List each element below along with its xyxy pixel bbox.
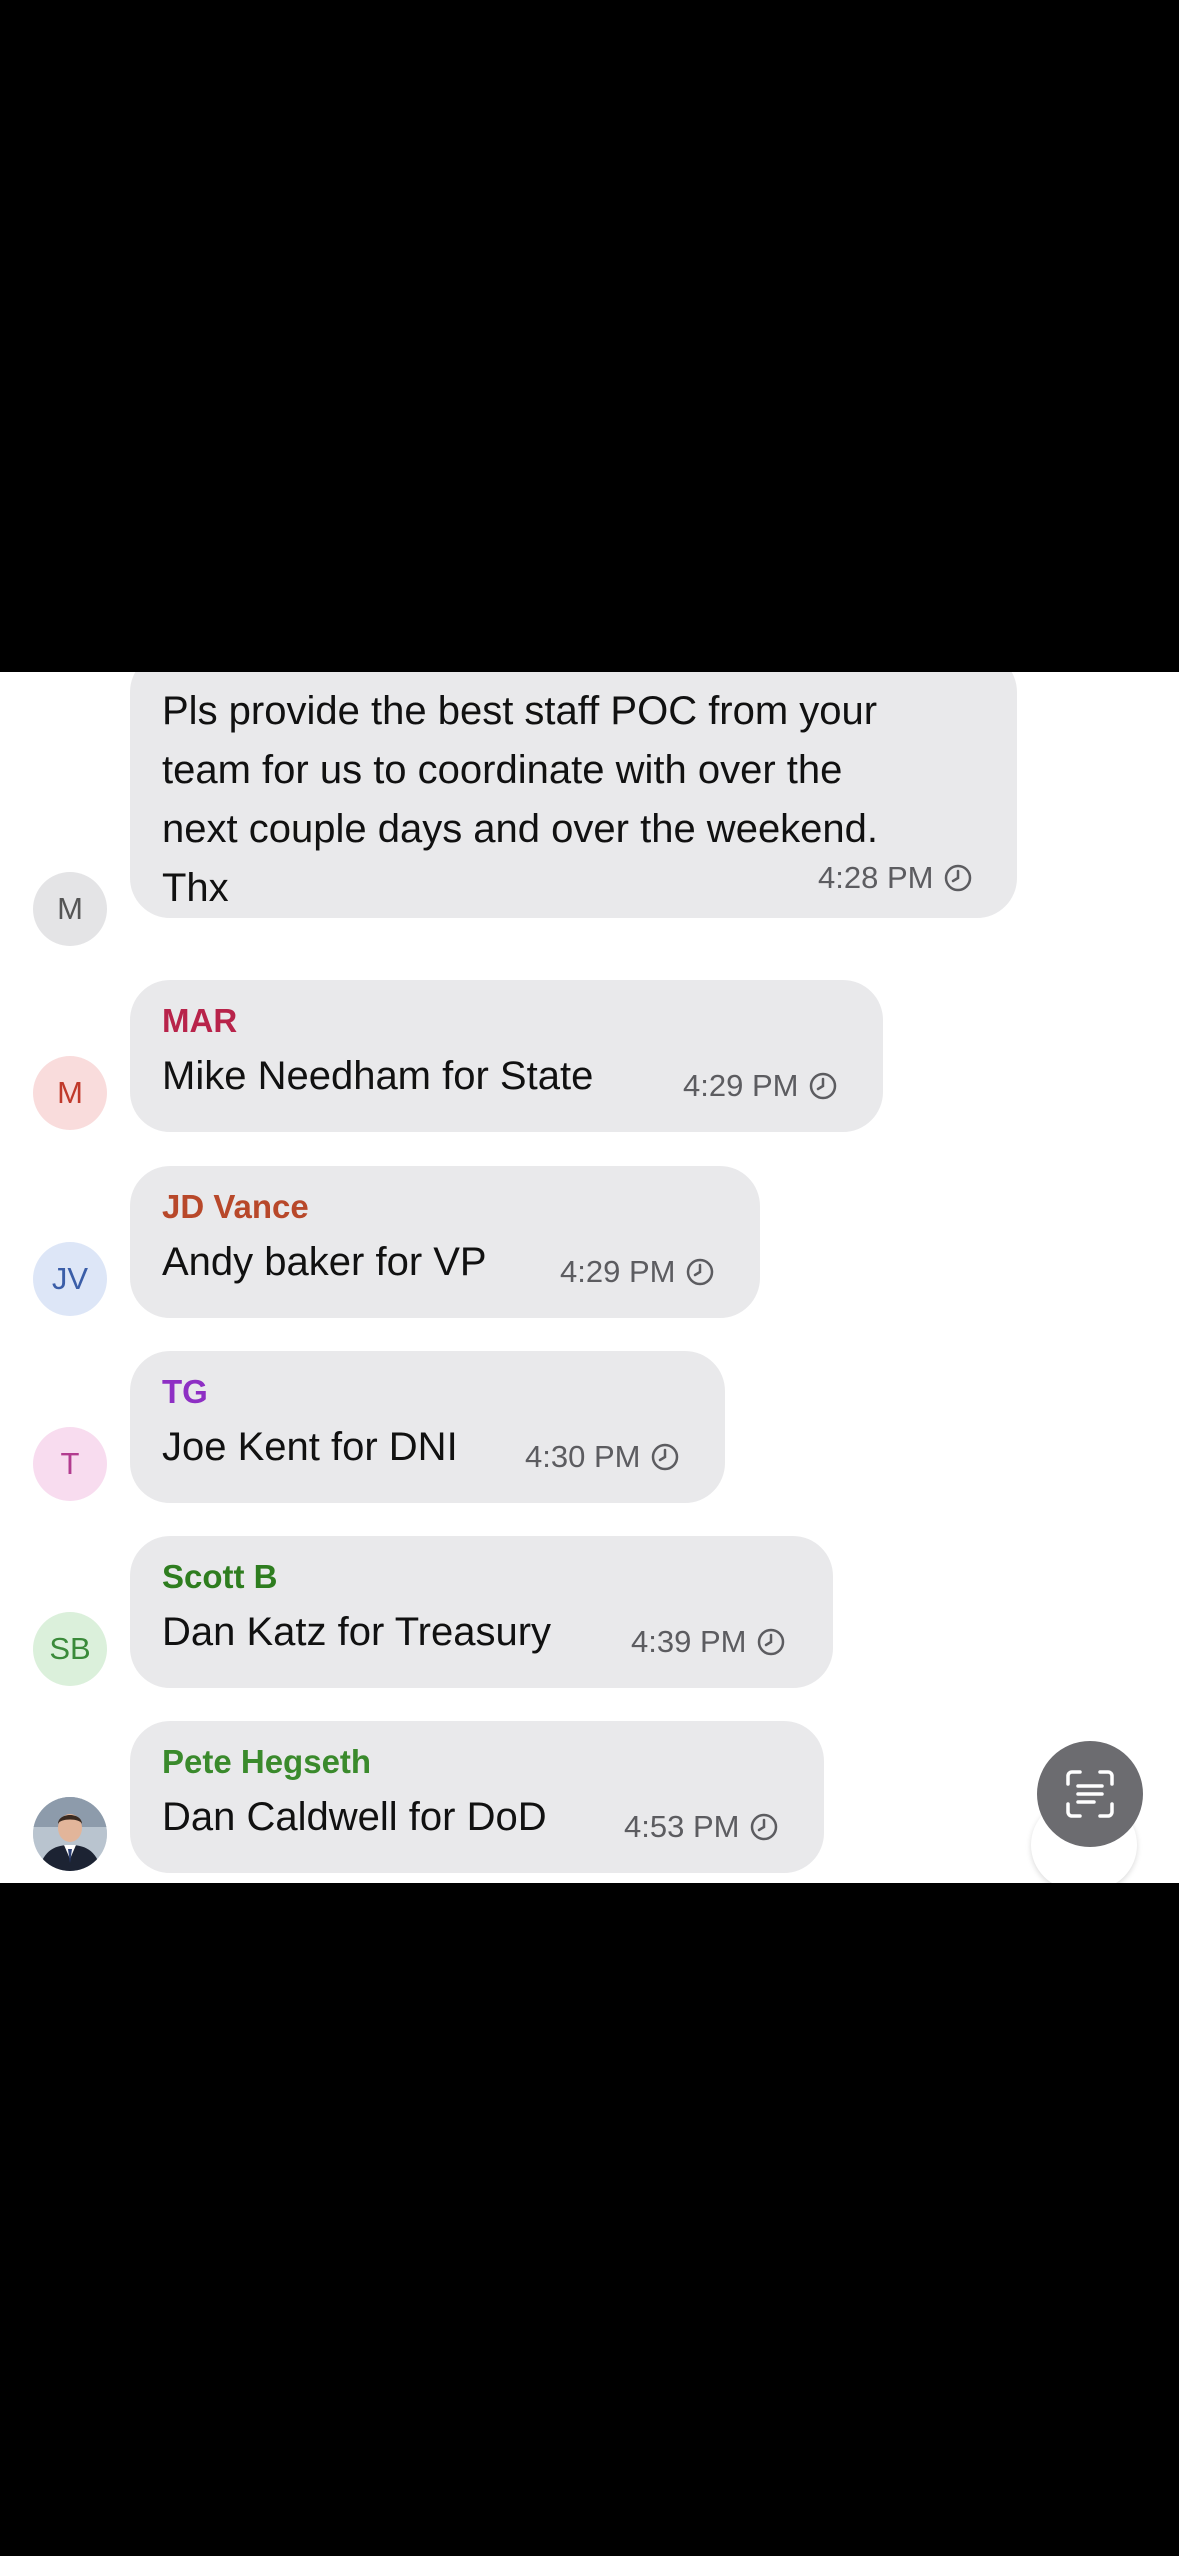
message-bubble[interactable]: Pete Hegseth Dan Caldwell for DoD 4:53 P… bbox=[130, 1721, 824, 1873]
avatar[interactable]: SB bbox=[33, 1612, 107, 1686]
sender-name: MAR bbox=[162, 1002, 238, 1039]
message-meta: 4:30 PM bbox=[525, 1439, 680, 1475]
sender-name: Pete Hegseth bbox=[162, 1743, 372, 1780]
chat-thread[interactable]: M Pls provide the best staff POC from yo… bbox=[0, 672, 1179, 1883]
message-meta: 4:29 PM bbox=[560, 1254, 715, 1290]
timestamp: 4:28 PM bbox=[818, 860, 934, 895]
profile-photo-icon bbox=[33, 1797, 107, 1871]
avatar-initials: JV bbox=[51, 1261, 89, 1296]
avatar[interactable]: M bbox=[33, 1056, 107, 1130]
message-bubble[interactable]: Scott B Dan Katz for Treasury 4:39 PM bbox=[130, 1536, 833, 1688]
avatar-initials: T bbox=[60, 1446, 80, 1481]
message-row: M Pls provide the best staff POC from yo… bbox=[0, 672, 1179, 952]
clock-icon bbox=[652, 1443, 679, 1471]
bottom-black-bar bbox=[0, 1883, 1179, 2556]
avatar-initials: M bbox=[57, 1075, 83, 1110]
message-row: JV JD Vance Andy baker for VP 4:29 PM bbox=[0, 1166, 1179, 1318]
message-meta: 4:28 PM bbox=[818, 860, 973, 896]
avatar[interactable]: T bbox=[33, 1427, 107, 1501]
timestamp: 4:53 PM bbox=[624, 1809, 740, 1844]
message-row: Pete Hegseth Dan Caldwell for DoD 4:53 P… bbox=[0, 1721, 1179, 1873]
clock-icon bbox=[758, 1628, 785, 1656]
sender-name: Scott B bbox=[162, 1558, 278, 1595]
avatar-initials: M bbox=[57, 891, 83, 926]
message-text: Mike Needham for State bbox=[162, 1054, 594, 1098]
message-row: T TG Joe Kent for DNI 4:30 PM bbox=[0, 1351, 1179, 1503]
message-line: Pls provide the best staff POC from your bbox=[162, 689, 878, 733]
message-bubble[interactable]: TG Joe Kent for DNI 4:30 PM bbox=[130, 1351, 725, 1503]
timestamp: 4:30 PM bbox=[525, 1439, 641, 1474]
message-line: next couple days and over the weekend. bbox=[162, 807, 879, 851]
message-meta: 4:29 PM bbox=[683, 1068, 838, 1104]
message-bubble[interactable]: Pls provide the best staff POC from your… bbox=[130, 672, 1017, 918]
message-line: team for us to coordinate with over the bbox=[162, 748, 843, 792]
avatar[interactable]: M bbox=[33, 872, 107, 946]
text-scan-button[interactable] bbox=[1037, 1741, 1143, 1847]
clock-icon bbox=[751, 1813, 778, 1841]
message-bubble[interactable]: JD Vance Andy baker for VP 4:29 PM bbox=[130, 1166, 760, 1318]
message-text: Dan Katz for Treasury bbox=[162, 1610, 552, 1654]
timestamp: 4:29 PM bbox=[683, 1068, 799, 1103]
message-text: Joe Kent for DNI bbox=[162, 1425, 458, 1469]
message-text: Andy baker for VP bbox=[162, 1240, 487, 1284]
top-black-bar bbox=[0, 0, 1179, 672]
avatar-initials: SB bbox=[49, 1631, 91, 1666]
message-meta: 4:39 PM bbox=[631, 1624, 786, 1660]
clock-icon bbox=[687, 1258, 714, 1286]
timestamp: 4:29 PM bbox=[560, 1254, 676, 1289]
message-row: M MAR Mike Needham for State 4:29 PM bbox=[0, 980, 1179, 1132]
sender-name: TG bbox=[162, 1373, 208, 1410]
clock-icon bbox=[945, 864, 972, 892]
message-row: SB Scott B Dan Katz for Treasury 4:39 PM bbox=[0, 1536, 1179, 1688]
message-bubble[interactable]: MAR Mike Needham for State 4:29 PM bbox=[130, 980, 883, 1132]
message-meta: 4:53 PM bbox=[624, 1809, 779, 1845]
message-text: Dan Caldwell for DoD bbox=[162, 1795, 547, 1839]
avatar[interactable]: JV bbox=[33, 1242, 107, 1316]
text-scan-icon bbox=[1066, 1770, 1114, 1818]
sender-name: JD Vance bbox=[162, 1188, 309, 1225]
timestamp: 4:39 PM bbox=[631, 1624, 747, 1659]
clock-icon bbox=[810, 1072, 837, 1100]
profile-photo-avatar[interactable] bbox=[33, 1797, 107, 1871]
